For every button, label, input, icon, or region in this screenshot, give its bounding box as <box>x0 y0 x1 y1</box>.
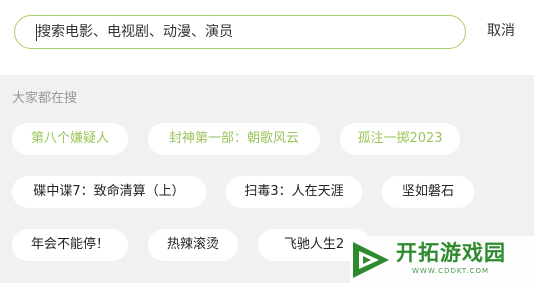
watermark-logo-icon <box>353 242 389 278</box>
search-input[interactable] <box>37 19 437 45</box>
trending-chip[interactable]: 封神第一部：朝歌风云 <box>148 123 320 155</box>
trending-chip[interactable]: 扫毒3：人在天涯 <box>226 176 362 208</box>
watermark-url: WWW.CDDKT.COM <box>412 267 490 275</box>
trending-chip[interactable]: 热辣滚烫 <box>148 229 238 261</box>
trending-chip[interactable]: 第八个嫌疑人 <box>12 123 128 155</box>
trending-chip[interactable]: 碟中谍7：致命清算（上） <box>12 176 206 208</box>
trending-title: 大家都在搜 <box>12 91 78 106</box>
search-box[interactable] <box>14 15 466 49</box>
search-header: 取消 <box>0 0 534 75</box>
trending-chip[interactable]: 坚如磐石 <box>382 176 474 208</box>
trending-chip[interactable]: 孤注一掷2023 <box>340 123 460 155</box>
site-watermark: 开拓游戏园 WWW.CDDKT.COM <box>350 236 534 283</box>
trending-chip[interactable]: 年会不能停！ <box>12 229 128 261</box>
watermark-title: 开拓游戏园 <box>396 241 506 265</box>
cancel-button[interactable]: 取消 <box>487 22 515 40</box>
